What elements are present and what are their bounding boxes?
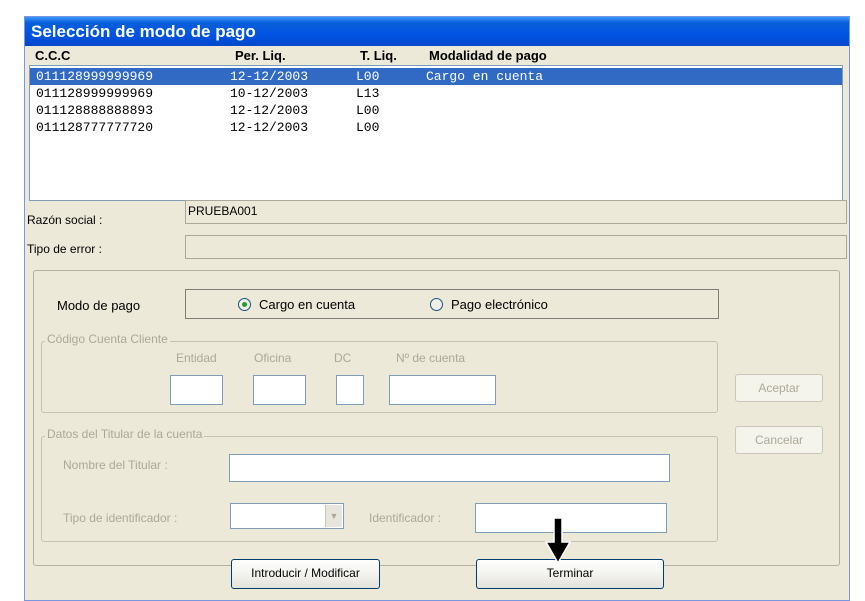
row-t-liq: L00 (356, 103, 380, 118)
row-ccc: 011128999999969 (36, 86, 154, 101)
row-per-liq: 10-12/2003 (230, 86, 309, 101)
row-t-liq: L00 (356, 120, 380, 135)
dc-label: DC (334, 351, 352, 365)
window-title: Selección de modo de pago (25, 17, 849, 46)
row-ccc: 011128888888893 (36, 103, 154, 118)
numero-cuenta-input[interactable] (389, 375, 496, 405)
tipo-identificador-select[interactable]: ▼ (230, 503, 344, 529)
column-header-t-liq[interactable]: T. Liq. (360, 48, 397, 63)
tipo-error-label: Tipo de error : (27, 242, 102, 256)
tipo-error-field (185, 235, 847, 259)
arrow-down-cursor-icon (544, 517, 572, 565)
row-modalidad: Cargo en cuenta (426, 69, 544, 84)
modo-pago-label: Modo de pago (57, 298, 141, 313)
row-per-liq: 12-12/2003 (230, 103, 309, 118)
numero-cuenta-label: Nº de cuenta (396, 351, 466, 365)
tipo-identificador-label: Tipo de identificador : (63, 511, 178, 525)
column-header-ccc[interactable]: C.C.C (35, 48, 70, 63)
row-ccc: 011128777777720 (36, 120, 154, 135)
list-row[interactable]: 011128777777720 12-12/2003 L00 (30, 119, 842, 136)
identificador-label: Identificador : (369, 511, 442, 525)
column-header-modalidad[interactable]: Modalidad de pago (429, 48, 547, 63)
radio-pago-electronico[interactable] (430, 298, 443, 311)
dc-input[interactable] (336, 375, 364, 405)
row-ccc: 011128999999969 (36, 69, 154, 84)
introducir-modificar-button[interactable]: Introducir / Modificar (231, 559, 380, 589)
row-per-liq: 12-12/2003 (230, 120, 309, 135)
radio-cargo-en-cuenta[interactable] (238, 298, 251, 311)
oficina-label: Oficina (254, 351, 292, 365)
chevron-down-icon[interactable]: ▼ (325, 505, 342, 527)
entidad-input[interactable] (170, 375, 223, 405)
list-row[interactable]: 011128999999969 10-12/2003 L13 (30, 85, 842, 102)
row-t-liq: L00 (356, 69, 380, 84)
row-t-liq: L13 (356, 86, 380, 101)
aceptar-button[interactable]: Aceptar (735, 374, 823, 402)
titular-group-legend: Datos del Titular de la cuenta (45, 427, 205, 441)
radio-selected-dot (242, 302, 247, 307)
nombre-titular-input[interactable] (229, 454, 670, 482)
radio-pago-label[interactable]: Pago electrónico (451, 297, 548, 312)
nombre-titular-label: Nombre del Titular : (63, 458, 168, 472)
razon-social-label: Razón social : (27, 213, 103, 227)
radio-cargo-label[interactable]: Cargo en cuenta (259, 297, 355, 312)
razon-social-field: PRUEBA001 (185, 200, 847, 224)
list-row[interactable]: 011128999999969 12-12/2003 L00 Cargo en … (30, 68, 842, 85)
ccc-group-legend: Código Cuenta Cliente (45, 332, 170, 346)
column-header-per-liq[interactable]: Per. Liq. (235, 48, 286, 63)
dialog-window: Selección de modo de pago C.C.C Per. Liq… (24, 16, 850, 601)
list-row[interactable]: 011128888888893 12-12/2003 L00 (30, 102, 842, 119)
payment-listbox[interactable]: 011128999999969 12-12/2003 L00 Cargo en … (29, 65, 843, 201)
ccc-group (41, 341, 718, 413)
row-per-liq: 12-12/2003 (230, 69, 309, 84)
cancelar-button[interactable]: Cancelar (735, 426, 823, 454)
entidad-label: Entidad (176, 351, 217, 365)
oficina-input[interactable] (253, 375, 306, 405)
list-column-headers: C.C.C Per. Liq. T. Liq. Modalidad de pag… (31, 47, 847, 65)
